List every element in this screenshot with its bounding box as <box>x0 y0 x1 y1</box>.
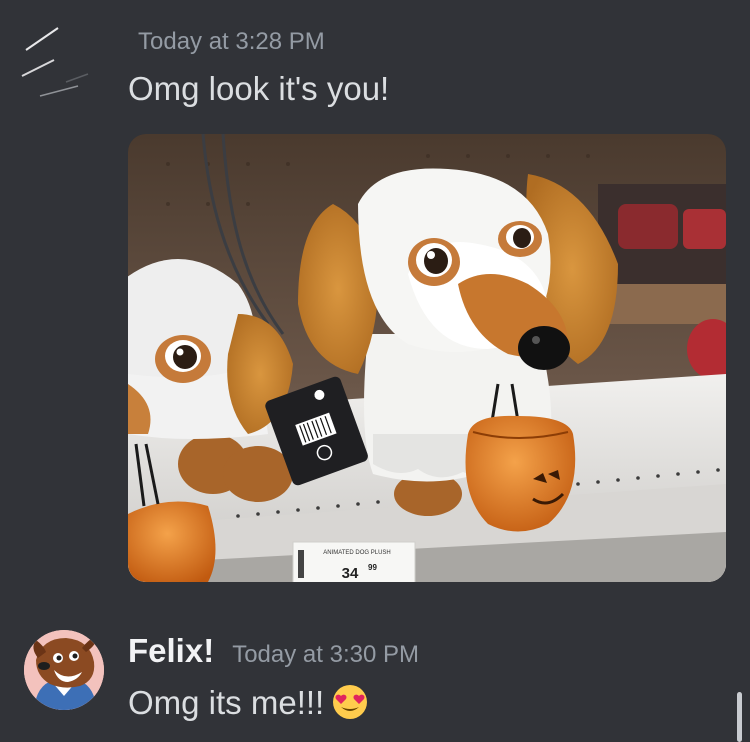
heart-eyes-emoji <box>333 685 368 719</box>
scrollbar-thumb[interactable] <box>737 692 742 742</box>
svg-text:99: 99 <box>368 563 377 572</box>
message-1-text: Omg look it's you! <box>128 70 390 107</box>
message-2-text: Omg its me!!! <box>128 684 325 721</box>
message-1-timestamp[interactable]: Today at 3:28 PM <box>138 28 325 56</box>
svg-text:34: 34 <box>342 565 359 582</box>
ghost-dog-plush-photo: ANIMATED DOG PLUSH 34 99 <box>128 134 726 582</box>
message-1-header: Today at 3:28 PM <box>128 26 325 58</box>
message-2-author[interactable]: Felix! <box>128 632 214 670</box>
message-2-content: Omg its me!!! <box>128 684 368 722</box>
chat-view: Today at 3:28 PM Omg look it's you! ANIM… <box>0 0 750 742</box>
felix-avatar[interactable] <box>24 630 104 710</box>
message-2-header: Felix! Today at 3:30 PM <box>128 632 419 670</box>
message-1-avatar[interactable] <box>18 10 104 102</box>
message-1-image-attachment[interactable]: ANIMATED DOG PLUSH 34 99 <box>128 134 726 582</box>
svg-text:ANIMATED DOG PLUSH: ANIMATED DOG PLUSH <box>323 550 391 556</box>
message-2-timestamp[interactable]: Today at 3:30 PM <box>232 641 419 669</box>
price-tag: ANIMATED DOG PLUSH 34 99 <box>292 541 416 582</box>
